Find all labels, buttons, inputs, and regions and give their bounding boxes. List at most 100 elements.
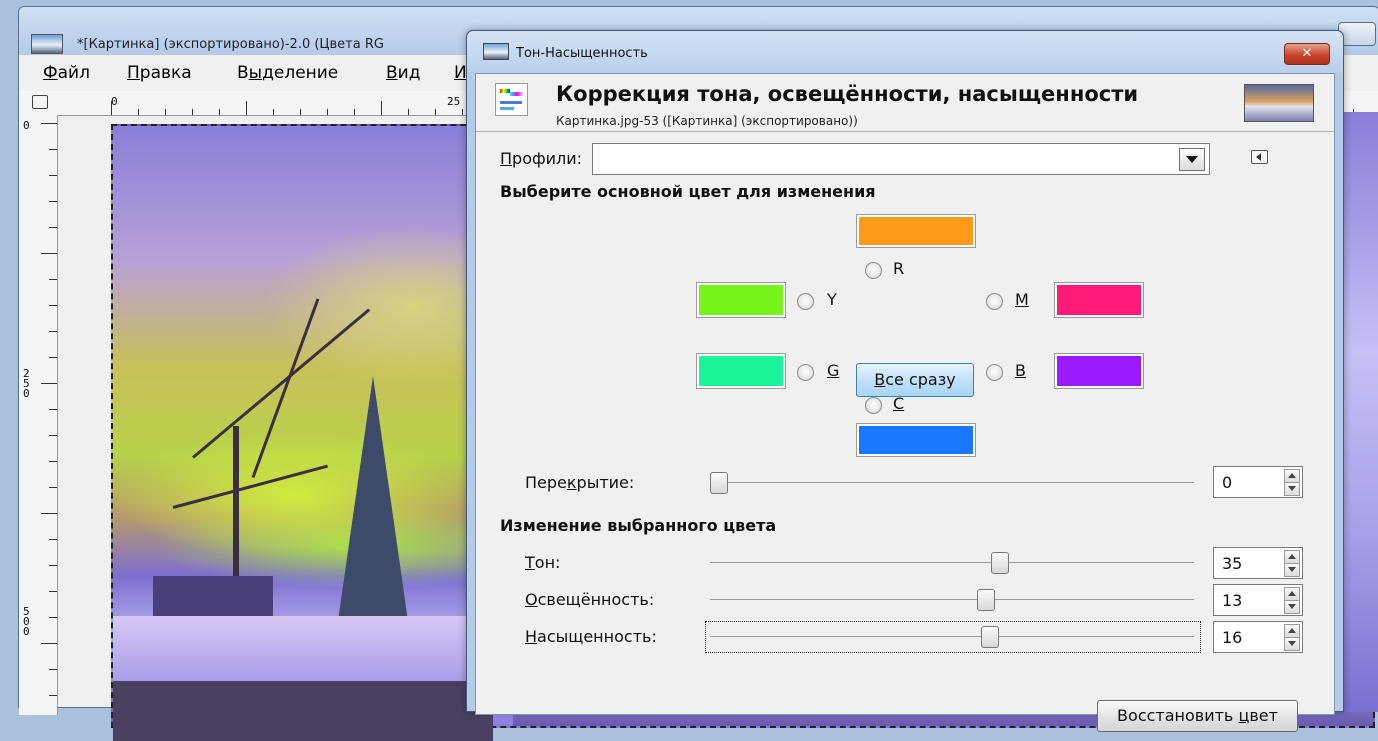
saturation-spinbox[interactable]: 16 <box>1213 621 1303 653</box>
ruler-tick <box>41 643 57 644</box>
ruler-tick <box>192 109 193 115</box>
spin-down-icon[interactable] <box>1284 482 1300 496</box>
gimp-app-icon <box>31 34 63 54</box>
hue-saturation-icon <box>495 83 528 116</box>
radio-green-label: G <box>827 361 840 380</box>
presets-label: Профили: <box>500 149 583 168</box>
swatch-magenta <box>1054 282 1144 318</box>
swatch-green <box>696 353 786 389</box>
ruler-tick <box>41 253 57 254</box>
adjust-color-heading: Изменение выбранного цвета <box>500 516 777 535</box>
radio-yellow[interactable] <box>797 293 814 310</box>
spin-down-icon[interactable] <box>1284 600 1300 614</box>
ruler-tick <box>41 123 57 124</box>
radio-blue[interactable] <box>986 364 1003 381</box>
radio-cyan-label: C <box>893 394 905 413</box>
overlap-slider-handle[interactable] <box>710 472 728 494</box>
spin-down-icon[interactable] <box>1284 563 1300 577</box>
ruler-tick <box>49 175 57 176</box>
quick-mask-toggle-icon[interactable] <box>32 95 48 109</box>
ruler-label: 2 5 0 <box>23 367 30 400</box>
stone-wall <box>113 681 493 741</box>
chevron-down-icon[interactable] <box>1179 148 1205 171</box>
swatch-red <box>856 214 976 248</box>
ruler-tick <box>49 201 57 202</box>
ruler-tick <box>49 565 57 566</box>
overlap-spinbox[interactable]: 0 <box>1213 466 1303 498</box>
ruler-tick <box>49 539 57 540</box>
ruler-tick <box>165 109 166 115</box>
saturation-focus-outline <box>705 621 1201 653</box>
tree-branch <box>172 464 328 509</box>
radio-yellow-label: Y <box>827 290 837 309</box>
ruler-tick <box>408 109 409 115</box>
presets-combo[interactable] <box>592 143 1210 175</box>
header-divider <box>476 131 1334 132</box>
dialog-header-title: Коррекция тона, освещённости, насыщеннос… <box>556 82 1139 106</box>
dialog-titlebar[interactable]: Тон-Насыщенность ✕ <box>467 31 1343 73</box>
swatch-yellow <box>696 282 786 318</box>
hue-label: Тон: <box>525 553 561 572</box>
ruler-tick <box>273 109 274 115</box>
saturation-label: Насыщенность: <box>525 627 657 646</box>
radio-magenta[interactable] <box>986 293 1003 310</box>
presets-menu-icon[interactable] <box>1251 150 1268 164</box>
spruce-tree <box>333 376 413 656</box>
hue-slider-track[interactable] <box>710 562 1194 563</box>
ruler-label: 0 <box>23 119 30 132</box>
spin-up-icon[interactable] <box>1284 469 1300 483</box>
hue-spinbox[interactable]: 35 <box>1213 547 1303 579</box>
tree-branch <box>251 298 320 479</box>
spin-up-icon[interactable] <box>1284 624 1300 638</box>
saturation-slider-track[interactable] <box>710 636 1194 637</box>
hue-saturation-dialog: Тон-Насыщенность ✕ Коррекция тона, освещ… <box>466 30 1344 732</box>
saturation-slider-handle[interactable] <box>981 626 1000 648</box>
ruler-tick <box>49 279 57 280</box>
gimp-app-icon <box>483 43 509 60</box>
spin-up-icon[interactable] <box>1284 587 1300 601</box>
ruler-tick <box>49 591 57 592</box>
reset-color-button[interactable]: Восстановить цвет <box>1097 700 1298 732</box>
ruler-tick <box>49 357 57 358</box>
dialog-header-subtitle: Картинка.jpg-53 ([Картинка] (экспортиров… <box>556 114 858 128</box>
menu-select[interactable]: Выделение <box>237 63 338 83</box>
spin-up-icon[interactable] <box>1284 550 1300 564</box>
select-color-heading: Выберите основной цвет для изменения <box>500 182 876 201</box>
hue-slider-handle[interactable] <box>990 552 1009 574</box>
ruler-tick <box>49 617 57 618</box>
radio-blue-label: B <box>1015 361 1026 380</box>
menu-image[interactable]: И <box>454 63 467 83</box>
ruler-tick <box>111 101 112 115</box>
ruler-tick <box>49 305 57 306</box>
ruler-tick <box>354 109 355 115</box>
ruler-tick <box>49 461 57 462</box>
dialog-body: Коррекция тона, освещённости, насыщеннос… <box>475 73 1335 732</box>
radio-red[interactable] <box>865 262 882 279</box>
menu-view[interactable]: Вид <box>386 63 420 83</box>
ruler-tick <box>49 669 57 670</box>
ruler-label: 5 0 0 <box>23 605 30 638</box>
ruler-tick <box>41 513 57 514</box>
ruler-tick <box>138 109 139 115</box>
ruler-tick <box>49 409 57 410</box>
radio-magenta-label: M <box>1015 290 1029 309</box>
ruler-tick <box>41 383 57 384</box>
ruler-tick <box>49 331 57 332</box>
ruler-label: 25 <box>447 95 461 108</box>
close-button[interactable]: ✕ <box>1284 43 1330 65</box>
swatch-blue <box>1054 353 1144 389</box>
overlap-label: Перекрытие: <box>525 473 635 492</box>
lightness-slider-track[interactable] <box>710 599 1194 600</box>
lightness-spinbox[interactable]: 13 <box>1213 584 1303 616</box>
lightness-slider-handle[interactable] <box>976 589 995 611</box>
menu-edit[interactable]: Правка <box>127 63 192 83</box>
menu-file[interactable]: Файл <box>43 63 90 83</box>
vertical-ruler[interactable]: 0 2 5 0 5 0 0 <box>19 115 58 715</box>
dialog-title: Тон-Насыщенность <box>516 46 648 61</box>
overlap-slider-track[interactable] <box>710 482 1194 483</box>
radio-green[interactable] <box>797 364 814 381</box>
ruler-tick <box>49 435 57 436</box>
radio-cyan[interactable] <box>865 397 882 414</box>
all-colors-button[interactable]: Все сразу <box>856 363 974 397</box>
spin-down-icon[interactable] <box>1284 637 1300 651</box>
